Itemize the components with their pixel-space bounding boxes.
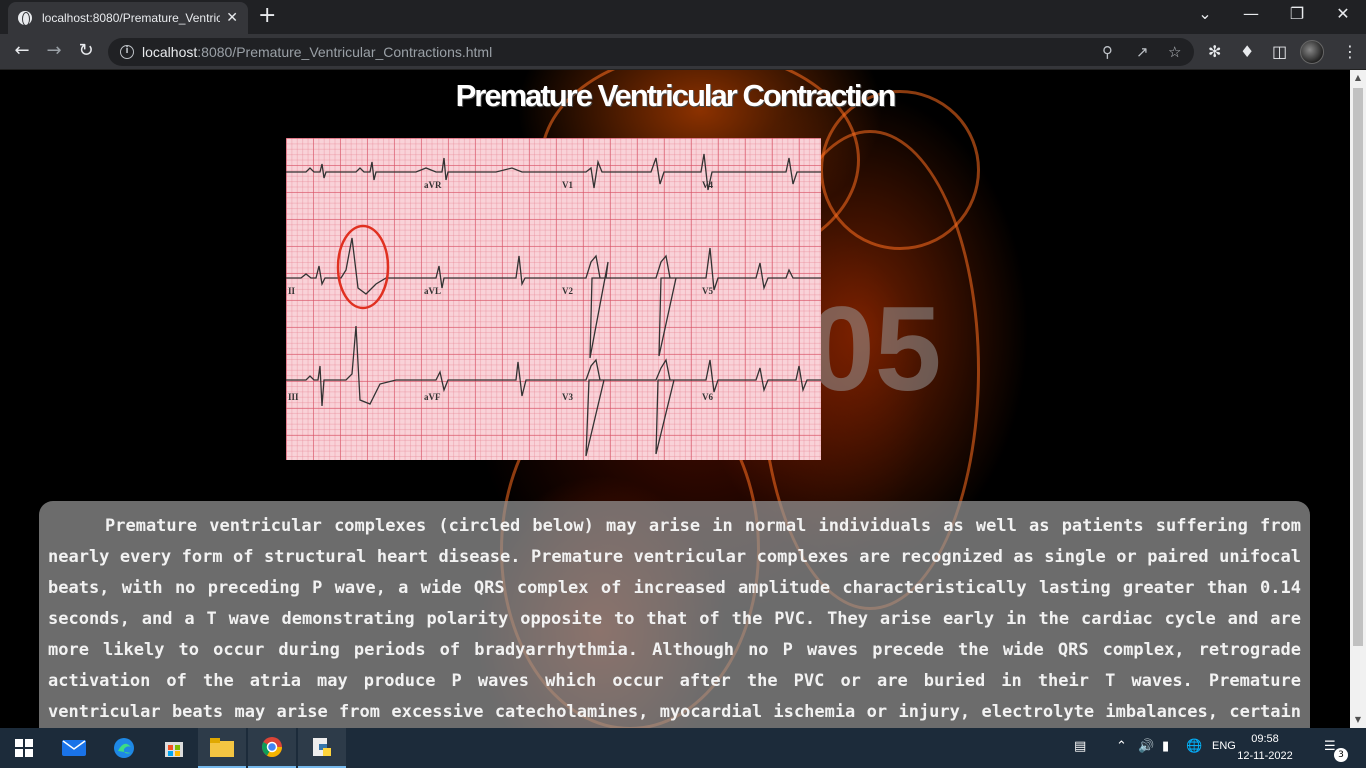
profile-avatar[interactable] xyxy=(1300,40,1324,64)
chevron-up-icon[interactable]: ⌃ xyxy=(1116,739,1127,754)
file-explorer-icon[interactable] xyxy=(198,728,246,768)
mail-icon[interactable] xyxy=(50,728,98,768)
lead-label: aVR xyxy=(424,180,442,190)
share-icon[interactable]: ↗ xyxy=(1136,43,1149,61)
tab-title: localhost:8080/Premature_Ventric xyxy=(42,11,220,25)
close-window-button[interactable]: ✕ xyxy=(1320,4,1366,23)
page-viewport: 05 Premature Ventricular Contraction aVR… xyxy=(0,70,1350,728)
forward-arrow-icon[interactable]: → xyxy=(42,40,66,61)
star-icon[interactable]: ☆ xyxy=(1168,43,1181,61)
minimize-button[interactable]: — xyxy=(1228,4,1274,23)
ecg-trace: aVR V1 V4 II aVL V2 V5 III aVF V3 V6 xyxy=(286,153,821,457)
extension-icon[interactable]: ✻ xyxy=(1208,42,1221,61)
heart-vein-decoration xyxy=(820,90,980,250)
url-host: localhost xyxy=(142,44,198,60)
globe-icon xyxy=(18,11,32,26)
volume-icon[interactable]: 🔊 xyxy=(1138,739,1154,754)
clock-date: 12-11-2022 xyxy=(1237,750,1293,762)
lead-label: V1 xyxy=(562,180,573,190)
menu-icon[interactable]: ⋮ xyxy=(1342,42,1358,61)
store-icon[interactable] xyxy=(150,728,198,768)
page-scrollbar[interactable]: ▲ ▼ xyxy=(1350,70,1366,728)
page-title: Premature Ventricular Contraction xyxy=(455,78,897,113)
language-indicator[interactable]: ENG xyxy=(1212,740,1236,752)
browser-title-bar: localhost:8080/Premature_Ventric ✕ + ⌄ —… xyxy=(0,0,1366,34)
scroll-up-arrow-icon[interactable]: ▲ xyxy=(1350,70,1366,86)
python-icon[interactable] xyxy=(298,728,346,768)
lead-label: V3 xyxy=(562,392,573,402)
background-watermark: 05 xyxy=(808,282,942,416)
info-icon[interactable]: i xyxy=(120,45,134,59)
windows-start-icon[interactable] xyxy=(0,728,48,768)
clock-time: 09:58 xyxy=(1251,733,1279,745)
browser-tab[interactable]: localhost:8080/Premature_Ventric ✕ xyxy=(8,2,248,34)
windows-taskbar: ▤ ⌃ 🔊 ▮ 🌐 ENG 09:58 12-11-2022 ☰ 3 xyxy=(0,728,1366,768)
url-path: :8080/Premature_Ventricular_Contractions… xyxy=(197,44,493,60)
description-text: Premature ventricular complexes (circled… xyxy=(48,516,1301,722)
clock[interactable]: 09:58 12-11-2022 xyxy=(1236,731,1294,765)
lead-label: aVF xyxy=(424,392,441,402)
battery-icon[interactable]: ▮ xyxy=(1162,739,1169,754)
edge-icon[interactable] xyxy=(100,728,148,768)
lead-label: V6 xyxy=(702,392,713,402)
scrollbar-thumb[interactable] xyxy=(1353,88,1363,646)
maximize-button[interactable]: ❐ xyxy=(1274,4,1320,23)
puzzle-icon[interactable]: ♦ xyxy=(1240,42,1254,61)
lead-label: II xyxy=(288,286,296,296)
ecg-image: aVR V1 V4 II aVL V2 V5 III aVF V3 V6 xyxy=(286,138,821,460)
lead-label: aVL xyxy=(424,286,441,296)
browser-toolbar: ← → ↻ i localhost:8080/Premature_Ventric… xyxy=(0,34,1366,70)
network-icon[interactable]: 🌐 xyxy=(1186,739,1202,754)
notification-count-badge: 3 xyxy=(1334,748,1348,762)
url-text[interactable]: localhost:8080/Premature_Ventricular_Con… xyxy=(142,44,492,60)
lead-label: III xyxy=(288,392,299,402)
lead-label: V2 xyxy=(562,286,573,296)
pvc-highlight-circle xyxy=(336,224,390,310)
lead-label: V4 xyxy=(702,180,713,190)
reload-icon[interactable]: ↻ xyxy=(74,40,98,61)
scroll-down-arrow-icon[interactable]: ▼ xyxy=(1350,712,1366,728)
sidebar-icon[interactable]: ◫ xyxy=(1272,42,1287,61)
chrome-icon[interactable] xyxy=(248,728,296,768)
zoom-icon[interactable]: ⚲ xyxy=(1102,43,1113,61)
address-bar[interactable]: i localhost:8080/Premature_Ventricular_C… xyxy=(108,38,1194,66)
news-icon[interactable]: ▤ xyxy=(1074,739,1086,754)
description-panel: Premature ventricular complexes (circled… xyxy=(39,501,1310,728)
back-arrow-icon[interactable]: ← xyxy=(10,40,34,61)
tab-close-icon[interactable]: ✕ xyxy=(226,10,238,26)
lead-label: V5 xyxy=(702,286,713,296)
tab-search-icon[interactable]: ⌄ xyxy=(1182,4,1228,23)
new-tab-button[interactable]: + xyxy=(258,5,276,27)
